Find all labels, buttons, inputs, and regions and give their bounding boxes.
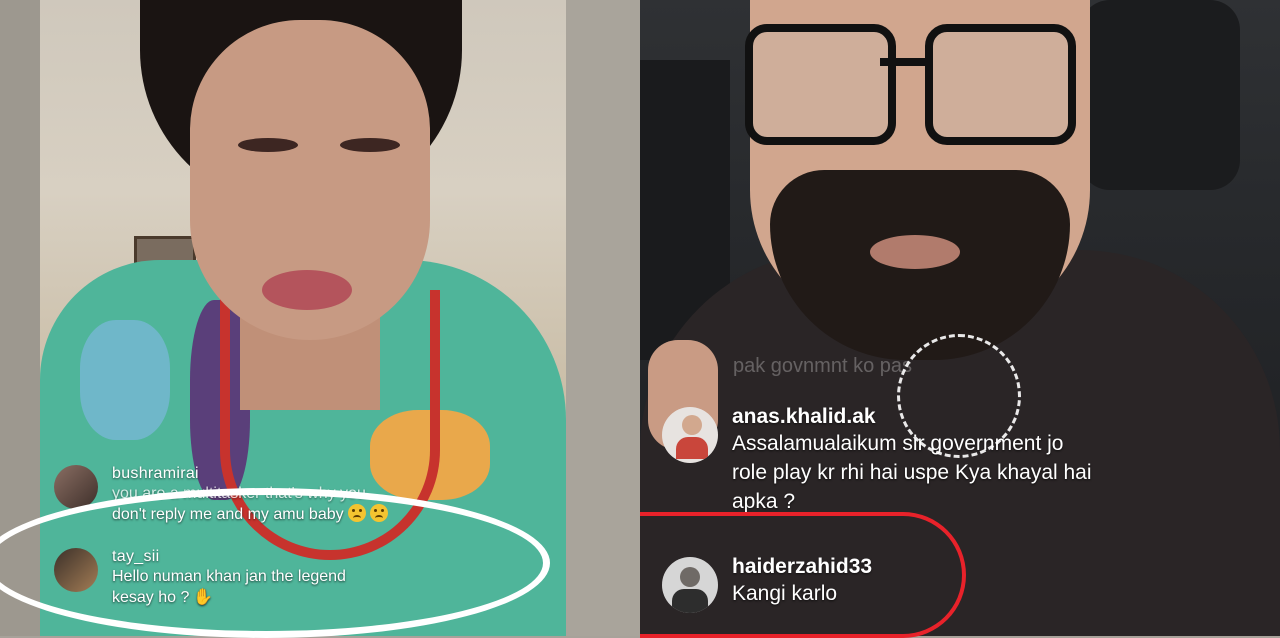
streamer-eye bbox=[238, 138, 298, 152]
commenter-avatar[interactable] bbox=[662, 407, 718, 463]
white-highlight-circle bbox=[0, 488, 550, 638]
comment-text-line: role play kr rhi hai uspe Kya khayal hai bbox=[732, 461, 1092, 484]
tap-indicator-circle bbox=[897, 334, 1021, 458]
streamer-eye bbox=[340, 138, 400, 152]
center-divider-strip bbox=[566, 0, 640, 636]
red-highlight-circle bbox=[640, 512, 966, 638]
glasses-bridge bbox=[880, 58, 926, 66]
streamer-mouth bbox=[262, 270, 352, 310]
comment-username[interactable]: bushramirai bbox=[112, 465, 388, 483]
commenter-avatar[interactable] bbox=[54, 465, 98, 509]
glasses-lens bbox=[745, 24, 896, 145]
dress-pattern bbox=[80, 320, 170, 440]
faded-comment-text: pak govnmnt ko pas bbox=[733, 355, 912, 377]
avatar-figure bbox=[682, 415, 702, 435]
streamer-mouth bbox=[870, 235, 960, 269]
car-headrest bbox=[1080, 0, 1240, 190]
avatar-figure bbox=[676, 437, 708, 459]
glasses-lens bbox=[925, 24, 1076, 145]
